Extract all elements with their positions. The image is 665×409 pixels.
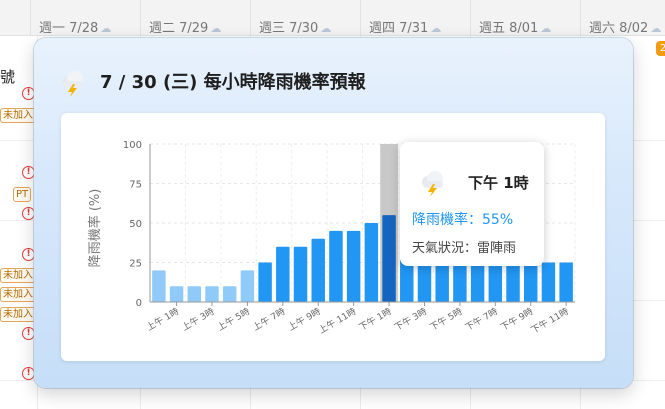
day-header-thu[interactable]: 週四 7/31 ☁ (360, 0, 470, 36)
x-tick-label: 上午 5時 (215, 305, 252, 333)
bar-hour-6 (258, 262, 272, 302)
x-tick-label: 上午 7時 (250, 305, 287, 333)
thunderstorm-icon: ☁ (320, 22, 332, 35)
status-tag[interactable]: 未加入 (0, 268, 36, 283)
thunderstorm-icon: ☁ (100, 22, 112, 35)
day-label: 週六 8/02 (589, 21, 649, 36)
thunderstorm-icon (62, 71, 83, 97)
day-header-wed[interactable]: 週三 7/30 ☁ (250, 0, 360, 36)
bar-hour-4 (222, 286, 237, 302)
day-label: 週一 7/28 (39, 21, 99, 36)
x-tick-label: 下午 3時 (392, 305, 429, 333)
y-tick-label: 0 (136, 298, 142, 309)
x-tick-label: 下午 11時 (529, 305, 571, 336)
bar-hour-11 (346, 230, 361, 302)
week-header: 週一 7/28 ☁ 週二 7/29 ☁ 週三 7/30 ☁ 週四 7/31 ☁ 週五 8… (0, 0, 665, 36)
x-tick-label: 上午 11時 (316, 305, 358, 336)
day-label: 週三 7/30 (259, 21, 319, 36)
bar-hour-23 (559, 262, 573, 302)
thunderstorm-icon: ☁ (210, 22, 222, 35)
hourly-rain-modal: 7 / 30 (三) 每小時降雨機率預報 0 25 50 75 100 上午 1時 上午 3… (34, 38, 633, 388)
modal-title: 7 / 30 (三) 每小時降雨機率預報 (100, 72, 366, 93)
bar-hour-0 (152, 270, 166, 302)
x-tick-label: 下午 1時 (357, 305, 394, 333)
tooltip-time: 下午 1時 (468, 174, 529, 192)
thunderstorm-icon (422, 171, 443, 197)
x-tick-label: 下午 7時 (463, 305, 500, 333)
bar-hour-1 (169, 286, 184, 302)
day-label: 週五 8/01 (479, 21, 539, 36)
bar-hour-13 (382, 215, 396, 302)
status-tag[interactable]: 未加入 (0, 307, 36, 322)
y-tick-label: 50 (129, 219, 142, 230)
day-header-tue[interactable]: 週二 7/29 ☁ (140, 0, 250, 36)
tooltip-rain-probability: 降雨機率：55% (412, 212, 514, 228)
thunderstorm-icon: ☁ (540, 22, 552, 35)
y-tick-label: 100 (123, 140, 142, 151)
bar-hour-5 (240, 270, 255, 302)
status-tag[interactable]: 未加入 (0, 108, 36, 123)
bar-hour-22 (541, 262, 556, 302)
bar-hour-8 (293, 246, 308, 302)
x-tick-label: 下午 5時 (428, 305, 465, 333)
status-tag[interactable]: PT (13, 187, 32, 202)
bar-hour-10 (329, 230, 343, 302)
hour-tooltip: 下午 1時 降雨機率：55% 天氣狀況：雷陣雨 (400, 142, 544, 266)
day-header-mon[interactable]: 週一 7/28 ☁ (30, 0, 140, 36)
bar-hour-2 (187, 286, 201, 302)
day-label: 週四 7/31 (369, 21, 429, 36)
day-header-sat[interactable]: 週六 8/02 ☁ (580, 0, 665, 36)
count-badge: 2 (656, 41, 665, 56)
thunderstorm-icon: ☁ (650, 22, 662, 35)
bar-hour-3 (205, 286, 219, 302)
bar-hour-12 (364, 223, 379, 302)
x-tick-label: 上午 3時 (180, 305, 217, 333)
row-label: 號 (0, 68, 16, 86)
bar-hour-9 (311, 238, 325, 302)
y-tick-label: 75 (129, 180, 142, 191)
x-tick-label: 上午 1時 (144, 305, 181, 333)
thunderstorm-icon: ☁ (430, 22, 442, 35)
y-tick-label: 25 (129, 259, 142, 270)
day-label: 週二 7/29 (149, 21, 209, 36)
bar-hour-7 (276, 246, 290, 302)
tooltip-weather-condition: 天氣狀況：雷陣雨 (412, 241, 517, 256)
day-header-fri[interactable]: 週五 8/01 ☁ (470, 0, 580, 36)
y-axis-label: 降雨機率 (%) (87, 189, 103, 268)
status-tag[interactable]: 未加入 (0, 287, 36, 302)
